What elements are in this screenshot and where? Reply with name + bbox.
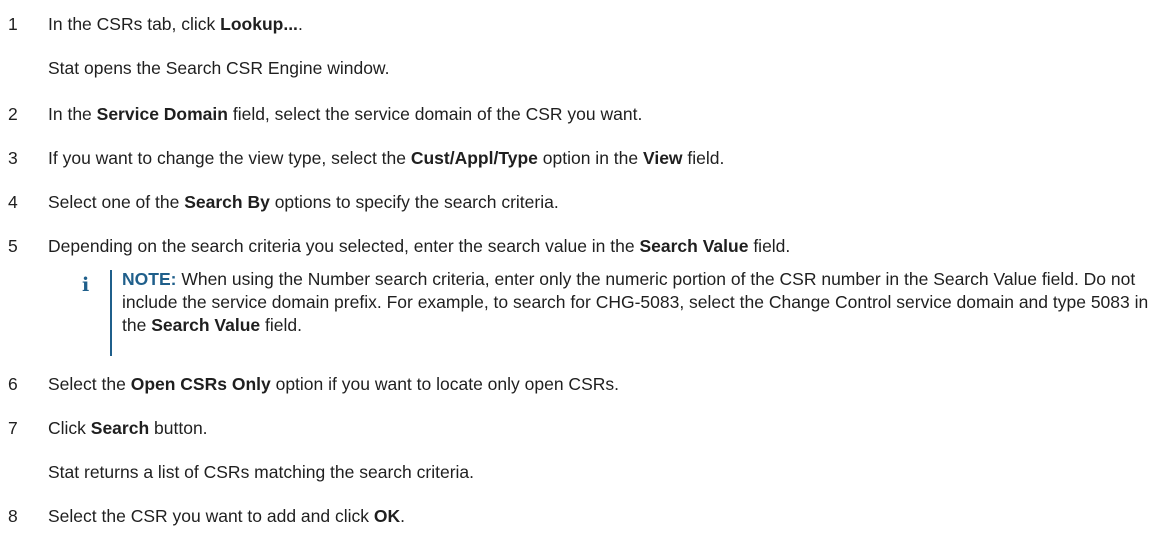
step-text: Click Search button.	[48, 418, 208, 438]
step-number: 7	[8, 418, 18, 438]
note-text: NOTE: When using the Number search crite…	[122, 269, 1149, 335]
step-text: If you want to change the view type, sel…	[48, 148, 725, 168]
step-number: 1	[8, 14, 18, 34]
step-text: Depending on the search criteria you sel…	[48, 236, 791, 256]
step-text: Select the CSR you want to add and click…	[48, 506, 405, 526]
step-number: 6	[8, 374, 18, 394]
step-number: 5	[8, 236, 18, 256]
step-number: 3	[8, 148, 18, 168]
document-page: 1 In the CSRs tab, click Lookup.... Stat…	[0, 0, 1171, 557]
note-divider	[110, 270, 112, 356]
step-result-text: Stat returns a list of CSRs matching the…	[48, 462, 474, 482]
note-label: NOTE:	[122, 269, 177, 289]
step-text: In the CSRs tab, click Lookup....	[48, 14, 303, 34]
step-result-text: Stat opens the Search CSR Engine window.	[48, 58, 390, 78]
step-text: Select the Open CSRs Only option if you …	[48, 374, 619, 394]
step-text: Select one of the Search By options to s…	[48, 192, 559, 212]
note-box: i NOTE: When using the Number search cri…	[82, 268, 1162, 358]
step-number: 4	[8, 192, 18, 212]
step-number: 8	[8, 506, 18, 526]
step-number: 2	[8, 104, 18, 124]
step-text: In the Service Domain field, select the …	[48, 104, 643, 124]
info-icon: i	[82, 274, 90, 296]
